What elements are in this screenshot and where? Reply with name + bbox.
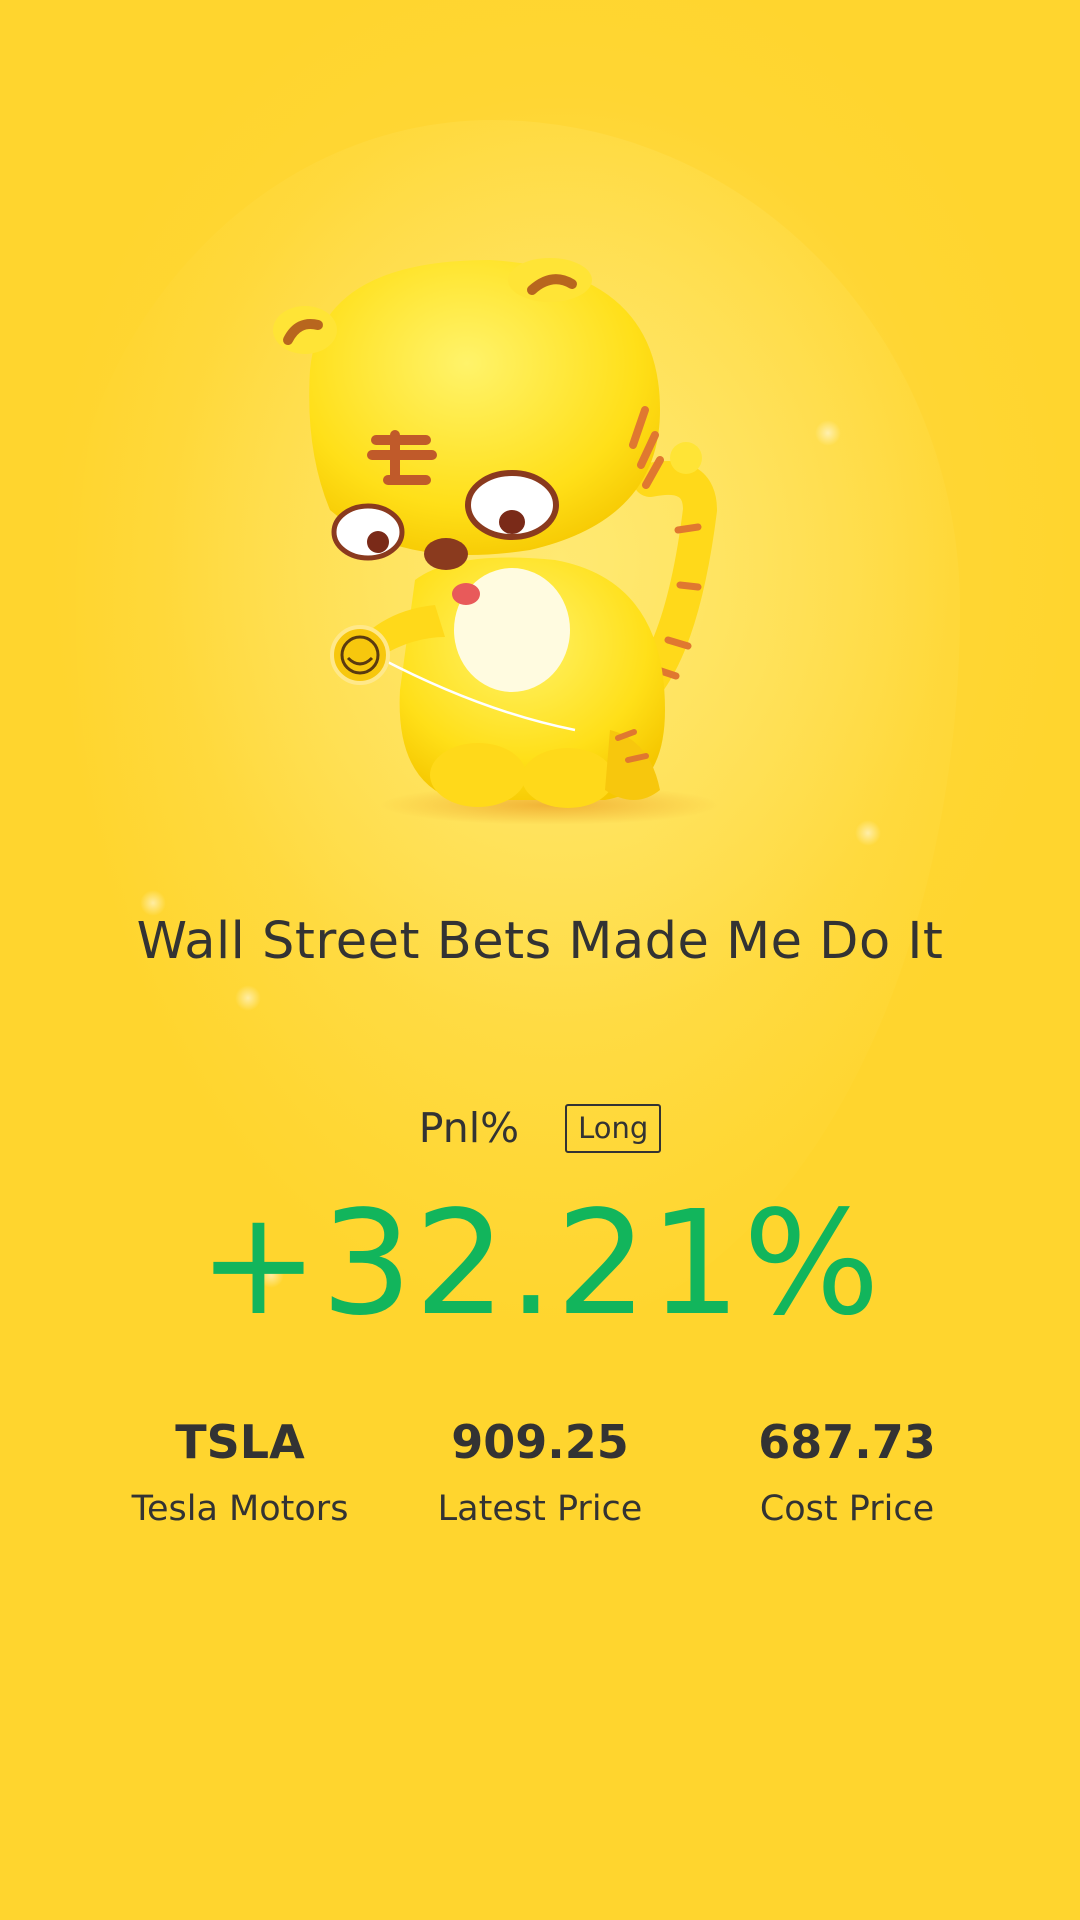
pnl-row: Pnl% Long xyxy=(0,1098,1080,1158)
position-stats: TSLA Tesla Motors 909.25 Latest Price 68… xyxy=(0,1410,1080,1550)
latest-price-label: Latest Price xyxy=(437,1489,643,1529)
cost-price-label: Cost Price xyxy=(759,1489,935,1529)
latest-price-value: 909.25 xyxy=(451,1415,629,1469)
tiger-mascot-icon xyxy=(273,258,720,825)
pnl-percentage: +32.21% xyxy=(198,1179,882,1347)
sparkle xyxy=(235,985,261,1011)
stock-name: Tesla Motors xyxy=(131,1489,349,1529)
stat-latest-price: 909.25 Latest Price xyxy=(380,1410,700,1532)
stat-symbol: TSLA Tesla Motors xyxy=(80,1410,400,1532)
cost-price-value: 687.73 xyxy=(758,1415,936,1469)
stat-cost-price: 687.73 Cost Price xyxy=(687,1410,1007,1532)
pnl-label: Pnl% xyxy=(418,1104,520,1152)
sparkle xyxy=(855,820,881,846)
headline: Wall Street Bets Made Me Do It xyxy=(136,912,944,971)
sparkle xyxy=(815,420,841,446)
position-side-badge: Long xyxy=(565,1103,662,1153)
stock-symbol: TSLA xyxy=(175,1415,305,1469)
